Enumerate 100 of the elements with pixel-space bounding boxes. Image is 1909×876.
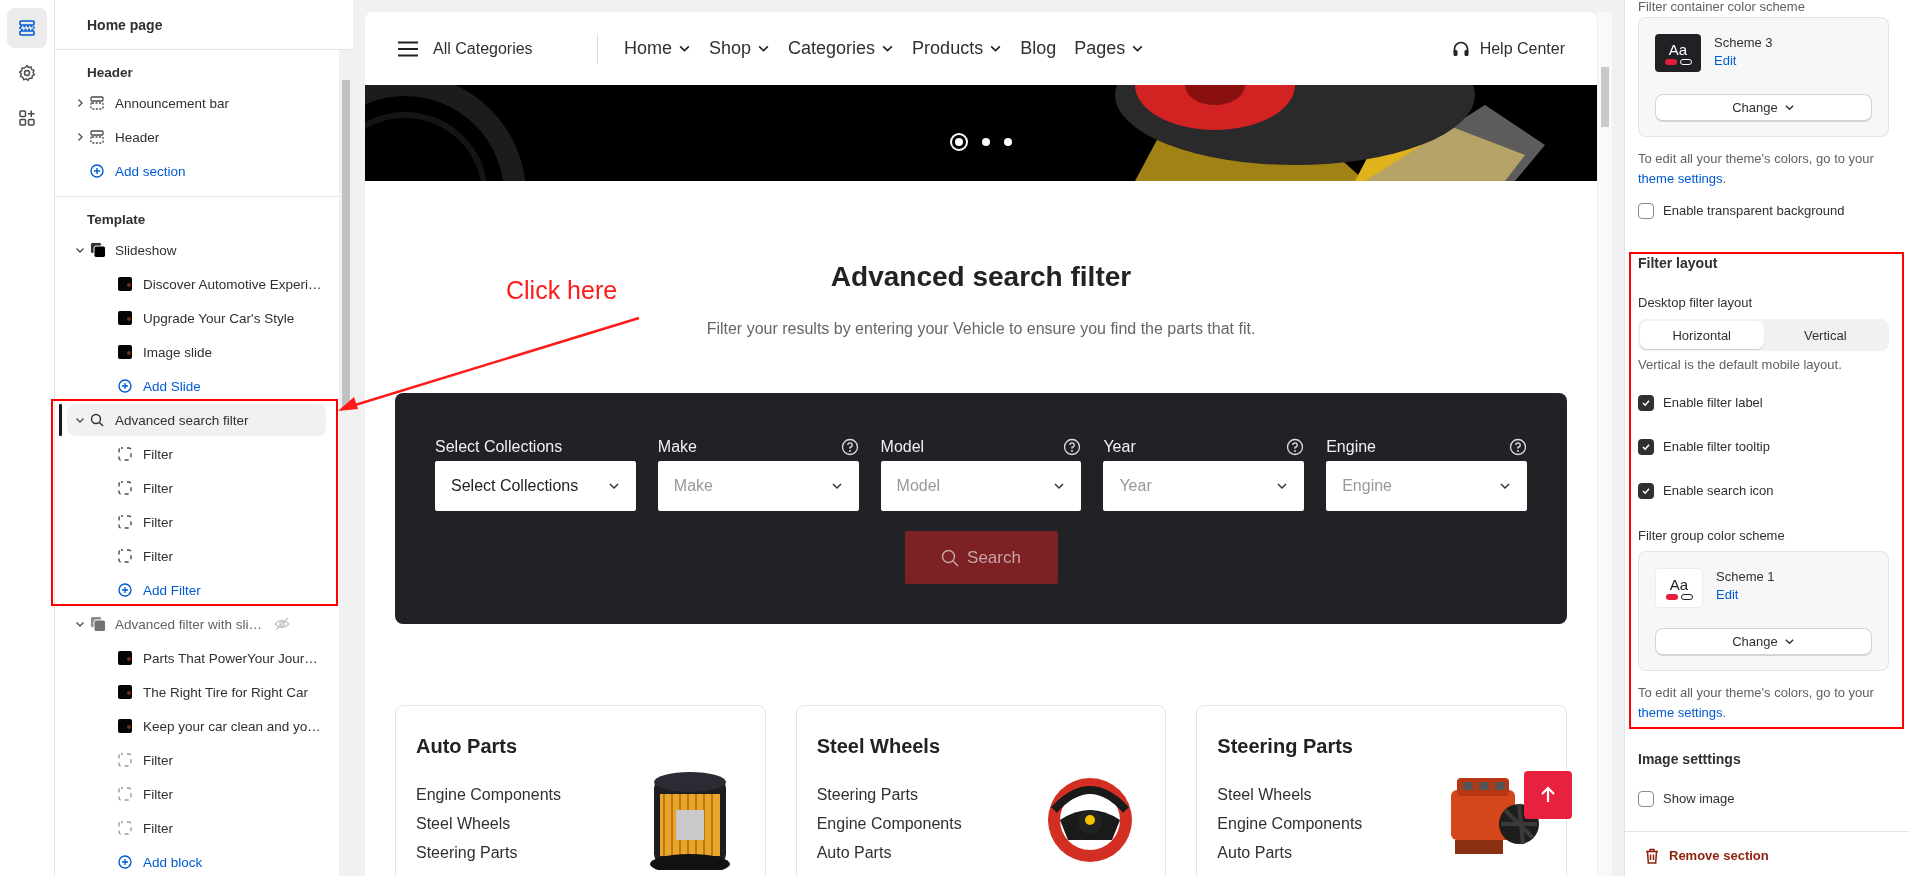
- stack-icon: [90, 616, 106, 632]
- section-title: Advanced search filter: [830, 260, 1132, 294]
- block-item[interactable]: Filter: [143, 446, 173, 462]
- caret-icon: [1783, 636, 1795, 647]
- help-icon[interactable]: [840, 438, 859, 456]
- edit-link[interactable]: Edit: [1714, 52, 1773, 70]
- search-icon: [941, 548, 960, 567]
- search-icon: [90, 413, 104, 427]
- category-link[interactable]: Engine Components: [1217, 809, 1436, 838]
- nav-link[interactable]: Home: [624, 38, 691, 59]
- layout-option[interactable]: Vertical: [1763, 321, 1887, 349]
- nav-link[interactable]: Shop: [709, 38, 771, 59]
- category-link[interactable]: Engine Components: [416, 780, 635, 809]
- thumbnail-icon: [118, 277, 132, 291]
- dashed-square-icon: [118, 821, 132, 835]
- nav-link[interactable]: Products: [912, 38, 1003, 59]
- block-item[interactable]: The Right Tire for Right Car: [143, 684, 309, 700]
- theme-settings-link[interactable]: theme settings: [1638, 705, 1723, 720]
- block-item[interactable]: Filter: [143, 786, 173, 802]
- dashed-square-icon: [118, 515, 132, 529]
- setting-label: Desktop filter layout: [1638, 294, 1754, 312]
- help-icon[interactable]: [1509, 438, 1527, 456]
- help-icon[interactable]: [1063, 438, 1082, 456]
- checkbox[interactable]: [1638, 791, 1654, 807]
- stack-icon: [90, 242, 106, 258]
- checkbox[interactable]: [1638, 483, 1654, 499]
- add-icon: [118, 855, 132, 869]
- theme-settings-link[interactable]: theme settings: [1638, 171, 1723, 186]
- headset-icon: [1451, 39, 1470, 58]
- block-item[interactable]: Filter: [143, 548, 173, 564]
- scheme-name: Scheme 3: [1714, 34, 1773, 52]
- all-categories-link[interactable]: All Categories: [433, 39, 533, 58]
- nav-link[interactable]: Categories: [788, 38, 895, 59]
- caret-icon: [1783, 102, 1795, 113]
- caret-icon: [1499, 480, 1511, 492]
- add-link[interactable]: Add block: [143, 854, 203, 870]
- block-item[interactable]: Filter: [143, 752, 173, 768]
- hint-text: Vertical is the default mobile layout.: [1638, 356, 1843, 374]
- category-link[interactable]: Engine Components: [816, 809, 1036, 838]
- section-item[interactable]: Announcement bar: [67, 87, 326, 119]
- group-label: Template: [86, 211, 147, 229]
- dashed-square-icon: [118, 481, 132, 495]
- nav-link[interactable]: Blog: [1020, 38, 1057, 59]
- page-title: Home page: [87, 16, 163, 33]
- slide-dot[interactable]: [950, 133, 968, 151]
- block-item[interactable]: Keep your car clean and yo…: [143, 718, 321, 734]
- scrollbar[interactable]: [339, 50, 353, 876]
- block-item[interactable]: Discover Automotive Experi…: [143, 276, 322, 292]
- pills-icon: [1664, 58, 1692, 65]
- block-item[interactable]: Upgrade Your Car's Style: [143, 310, 295, 326]
- filter-label: Engine: [1326, 438, 1376, 456]
- setting-label: Filter container color scheme: [1638, 0, 1806, 13]
- sidebar-tab[interactable]: [7, 8, 47, 48]
- chevron-icon: [75, 132, 85, 142]
- checkbox[interactable]: [1638, 439, 1654, 455]
- block-item[interactable]: Parts That PowerYour Jour…: [143, 650, 318, 666]
- category-link[interactable]: Auto Parts: [1217, 838, 1436, 867]
- layout-option[interactable]: Horizontal: [1640, 321, 1764, 349]
- category-link[interactable]: Steel Wheels: [1217, 780, 1436, 809]
- nav-link[interactable]: Pages: [1074, 38, 1145, 59]
- section-item[interactable]: Advanced search filter: [67, 404, 326, 436]
- dashed-square-icon: [118, 753, 132, 767]
- change-button[interactable]: Change: [1655, 628, 1872, 656]
- chevron-icon: [75, 619, 85, 629]
- slide-dot[interactable]: [982, 138, 990, 146]
- apps-icon: [18, 109, 36, 127]
- scrollbar[interactable]: [1598, 12, 1612, 876]
- block-item[interactable]: Image slide: [143, 344, 213, 360]
- checkmark-icon: [1641, 398, 1651, 408]
- setting-label: Filter group color scheme: [1638, 527, 1786, 545]
- card-title: Auto Parts: [416, 734, 519, 758]
- checkbox[interactable]: [1638, 203, 1654, 219]
- checkbox-label: Enable filter tooltip: [1663, 438, 1770, 456]
- edit-link[interactable]: Edit: [1716, 586, 1775, 604]
- section-item[interactable]: Advanced filter with sli…: [67, 608, 326, 640]
- back-to-top-button[interactable]: [1524, 771, 1572, 819]
- remove-section-button[interactable]: Remove section: [1669, 846, 1769, 866]
- block-item[interactable]: Filter: [143, 514, 173, 530]
- block-item[interactable]: Filter: [143, 480, 173, 496]
- slide-dot[interactable]: [1004, 138, 1012, 146]
- category-link[interactable]: Steering Parts: [416, 838, 635, 867]
- help-icon[interactable]: [1286, 438, 1305, 456]
- section-item[interactable]: Header: [67, 121, 326, 153]
- add-link[interactable]: Add Filter: [143, 582, 201, 598]
- add-link[interactable]: Add Slide: [143, 378, 201, 394]
- add-link[interactable]: Add section: [115, 163, 186, 179]
- add-icon: [90, 164, 104, 178]
- change-button[interactable]: Change: [1655, 94, 1872, 122]
- section-item[interactable]: Slideshow: [67, 234, 326, 266]
- filter-select[interactable]: Select Collections: [435, 461, 636, 511]
- sections-icon: [18, 19, 36, 37]
- block-item[interactable]: Filter: [143, 820, 173, 836]
- help-center-link[interactable]: Help Center: [1479, 39, 1565, 58]
- thumbnail-icon: [118, 685, 132, 699]
- category-link[interactable]: Steel Wheels: [416, 809, 635, 838]
- swatch-text: Aa: [1668, 41, 1688, 57]
- menu-icon[interactable]: [397, 40, 419, 57]
- category-link[interactable]: Steering Parts: [816, 780, 1036, 809]
- checkbox[interactable]: [1638, 395, 1654, 411]
- category-link[interactable]: Auto Parts: [816, 838, 1036, 867]
